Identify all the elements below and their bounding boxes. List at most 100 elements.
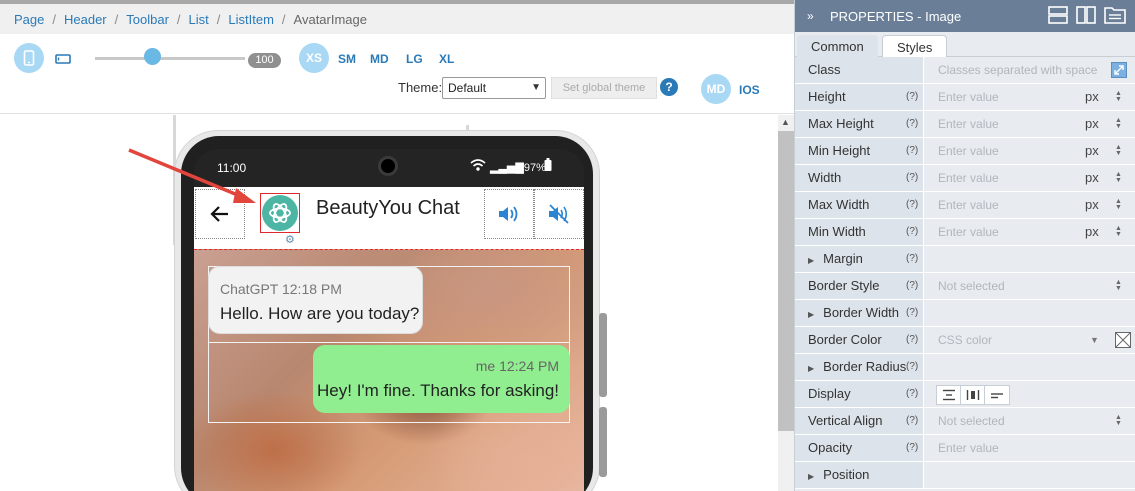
collapse-panel-icon[interactable]: »	[807, 9, 814, 23]
unit-label[interactable]: px	[1085, 192, 1099, 218]
help-icon[interactable]: (?)	[906, 435, 918, 461]
message-bubble-outgoing[interactable]: me 12:24 PM Hey! I'm fine. Thanks for as…	[313, 345, 570, 413]
chevron-down-icon[interactable]: ▼	[1090, 327, 1099, 353]
help-icon[interactable]: (?)	[906, 138, 918, 164]
display-block-button[interactable]	[937, 386, 961, 404]
platform-ios-button[interactable]: IOS	[739, 83, 760, 97]
class-picker-icon[interactable]	[1111, 62, 1127, 78]
prop-row-position[interactable]: ▶ Position	[795, 462, 1135, 489]
unit-label[interactable]: px	[1085, 138, 1099, 164]
help-icon[interactable]: (?)	[906, 381, 918, 407]
breadcrumb-toolbar[interactable]: Toolbar	[126, 12, 169, 27]
breakpoint-lg-button[interactable]: LG	[406, 52, 423, 66]
class-input[interactable]: Classes separated with space	[925, 57, 1135, 83]
mute-button[interactable]	[534, 189, 584, 239]
breakpoint-xl-button[interactable]: XL	[439, 52, 454, 66]
unit-label[interactable]: px	[1085, 219, 1099, 245]
tab-common[interactable]: Common	[797, 35, 878, 58]
chatgpt-logo-icon	[269, 203, 291, 223]
properties-tabs: Common Styles	[795, 32, 1135, 58]
help-icon[interactable]: ?	[660, 78, 678, 96]
phone-side-button	[599, 407, 607, 477]
platform-md-button[interactable]: MD	[701, 74, 731, 104]
help-icon[interactable]: (?)	[906, 219, 918, 245]
prop-row-margin[interactable]: ▶ Margin (?)	[795, 246, 1135, 273]
spinner-icon[interactable]: ▲ ▼	[1115, 414, 1122, 427]
max-width-input[interactable]: Enter value	[925, 192, 1135, 218]
tab-styles[interactable]: Styles	[882, 35, 948, 58]
breakpoint-sm-button[interactable]: SM	[338, 52, 356, 66]
canvas-scrollbar[interactable]: ▲	[778, 115, 794, 491]
no-color-swatch-icon[interactable]	[1113, 332, 1133, 348]
prop-row-height: Height (?) Enter value px ▲ ▼	[795, 84, 1135, 111]
scroll-up-icon[interactable]: ▲	[781, 117, 790, 127]
height-input[interactable]: Enter value	[925, 84, 1135, 110]
help-icon[interactable]: (?)	[906, 192, 918, 218]
breadcrumb-page[interactable]: Page	[14, 12, 44, 27]
spinner-icon[interactable]: ▲ ▼	[1115, 171, 1122, 184]
scrollbar-thumb[interactable]	[778, 131, 794, 431]
opacity-input[interactable]: Enter value	[925, 435, 1135, 461]
gear-icon[interactable]: ⚙	[285, 235, 295, 246]
help-icon[interactable]: (?)	[906, 111, 918, 137]
theme-select[interactable]: Default ▼	[442, 77, 546, 99]
min-width-input[interactable]: Enter value	[925, 219, 1135, 245]
spinner-icon[interactable]: ▲ ▼	[1115, 225, 1122, 238]
set-global-theme-button[interactable]: Set global theme	[551, 77, 657, 99]
display-inline-button[interactable]	[985, 386, 1009, 404]
unit-label[interactable]: px	[1085, 111, 1099, 137]
volume-button[interactable]	[484, 189, 534, 239]
help-icon[interactable]: (?)	[906, 84, 918, 110]
help-icon[interactable]: (?)	[906, 354, 918, 380]
layout-columns-icon[interactable]	[1076, 6, 1096, 24]
prop-label: Min Height	[795, 138, 924, 164]
phone-device-button[interactable]	[14, 43, 44, 73]
vertical-align-select[interactable]: Not selected	[925, 408, 1135, 434]
help-icon[interactable]: (?)	[906, 273, 918, 299]
align-center-lines-icon	[942, 389, 955, 401]
unit-label[interactable]: px	[1085, 165, 1099, 191]
prop-row-border-style: Border Style (?) Not selected ▲ ▼	[795, 273, 1135, 300]
border-style-select[interactable]: Not selected	[925, 273, 1135, 299]
spinner-icon[interactable]: ▲ ▼	[1115, 90, 1122, 103]
breadcrumb-header[interactable]: Header	[64, 12, 107, 27]
avatar-image-selected[interactable]	[260, 193, 300, 233]
zoom-slider-handle[interactable]	[143, 48, 161, 65]
spinner-icon[interactable]: ▲ ▼	[1115, 144, 1122, 157]
expand-triangle-icon[interactable]: ▶	[808, 256, 814, 265]
expand-triangle-icon[interactable]: ▶	[808, 310, 814, 319]
breadcrumb-list[interactable]: List	[189, 12, 209, 27]
spinner-icon[interactable]: ▲ ▼	[1115, 279, 1122, 292]
breakpoint-md-button[interactable]: MD	[370, 52, 389, 66]
message-bubble-incoming[interactable]: ChatGPT 12:18 PM Hello. How are you toda…	[208, 266, 423, 334]
help-icon[interactable]: (?)	[906, 165, 918, 191]
prop-row-border-radius[interactable]: ▶ Border Radius (?)	[795, 354, 1135, 381]
prop-label: Height	[795, 84, 924, 110]
expand-triangle-icon[interactable]: ▶	[808, 472, 814, 481]
tablet-landscape-button[interactable]	[55, 52, 71, 70]
breakpoint-xs-button[interactable]: XS	[299, 43, 329, 73]
spinner-icon[interactable]: ▲ ▼	[1115, 117, 1122, 130]
layout-rows-icon[interactable]	[1048, 6, 1068, 24]
width-input[interactable]: Enter value	[925, 165, 1135, 191]
display-inline-block-button[interactable]	[961, 386, 985, 404]
min-height-input[interactable]: Enter value	[925, 138, 1135, 164]
back-button[interactable]	[195, 189, 245, 239]
spinner-icon[interactable]: ▲ ▼	[1115, 198, 1122, 211]
zoom-slider-track[interactable]	[95, 57, 245, 60]
border-color-input[interactable]: CSS color	[925, 327, 1135, 353]
help-icon[interactable]: (?)	[906, 246, 918, 272]
help-icon[interactable]: (?)	[906, 408, 918, 434]
breadcrumb-listitem[interactable]: ListItem	[228, 12, 274, 27]
breadcrumb: Page / Header / Toolbar / List / ListIte…	[0, 4, 794, 34]
unit-label[interactable]: px	[1085, 84, 1099, 110]
phone-side-button	[599, 313, 607, 397]
max-height-input[interactable]: Enter value	[925, 111, 1135, 137]
folder-icon[interactable]	[1104, 6, 1126, 24]
prop-row-min-width: Min Width (?) Enter value px ▲ ▼	[795, 219, 1135, 246]
help-icon[interactable]: (?)	[906, 327, 918, 353]
prop-row-border-width[interactable]: ▶ Border Width (?)	[795, 300, 1135, 327]
help-icon[interactable]: (?)	[906, 300, 918, 326]
display-toggle-group	[936, 385, 1010, 405]
expand-triangle-icon[interactable]: ▶	[808, 364, 814, 373]
